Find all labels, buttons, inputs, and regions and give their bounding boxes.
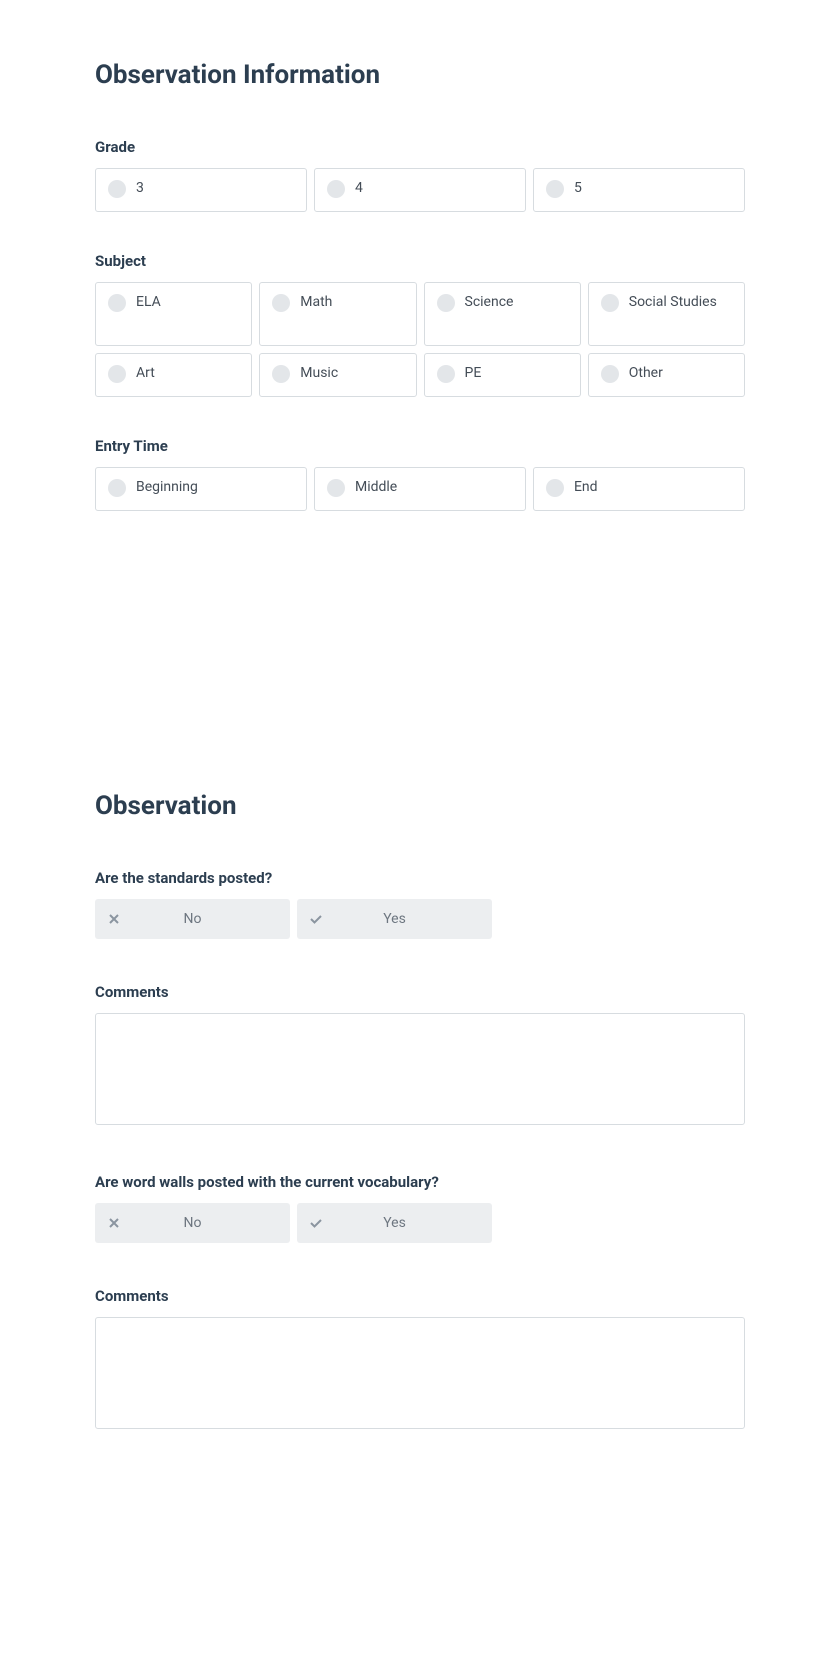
entry-time-option-middle[interactable]: Middle (314, 467, 526, 511)
yes-button[interactable]: Yes (297, 899, 492, 939)
radio-icon (327, 479, 345, 497)
radio-icon (272, 365, 290, 383)
radio-icon (272, 294, 290, 312)
grade-option-5[interactable]: 5 (533, 168, 745, 212)
entry-time-options: Beginning Middle End (95, 467, 745, 511)
option-label: Beginning (136, 478, 198, 496)
subject-options: ELA Math Science Social Studies Art Musi… (95, 282, 745, 397)
check-icon (297, 1216, 327, 1230)
yes-label: Yes (327, 1215, 492, 1231)
radio-icon (108, 294, 126, 312)
comments-block-2: Comments (95, 1287, 745, 1433)
option-label: End (574, 478, 598, 496)
label-entry-time: Entry Time (95, 437, 745, 455)
option-label: 3 (136, 179, 144, 197)
yes-button[interactable]: Yes (297, 1203, 492, 1243)
label-subject: Subject (95, 252, 745, 270)
no-label: No (125, 911, 290, 927)
option-label: Math (300, 293, 332, 311)
no-label: No (125, 1215, 290, 1231)
x-icon (95, 1216, 125, 1230)
comments-label: Comments (95, 983, 745, 1001)
grade-option-4[interactable]: 4 (314, 168, 526, 212)
option-label: PE (465, 364, 482, 382)
subject-option-music[interactable]: Music (259, 353, 416, 397)
radio-icon (327, 180, 345, 198)
option-label: Social Studies (629, 293, 717, 311)
subject-option-other[interactable]: Other (588, 353, 745, 397)
no-button[interactable]: No (95, 899, 290, 939)
question-label: Are the standards posted? (95, 869, 745, 887)
label-grade: Grade (95, 138, 745, 156)
radio-icon (546, 479, 564, 497)
grade-options: 3 4 5 (95, 168, 745, 212)
question-standards-posted: Are the standards posted? No Yes (95, 869, 745, 939)
radio-icon (437, 365, 455, 383)
field-entry-time: Entry Time Beginning Middle End (95, 437, 745, 511)
option-label: Art (136, 364, 155, 382)
option-label: Middle (355, 478, 397, 496)
subject-option-art[interactable]: Art (95, 353, 252, 397)
subject-option-ela[interactable]: ELA (95, 282, 252, 346)
section-title-observation: Observation (95, 791, 745, 821)
yesno-row: No Yes (95, 1203, 745, 1243)
subject-option-pe[interactable]: PE (424, 353, 581, 397)
radio-icon (108, 180, 126, 198)
no-button[interactable]: No (95, 1203, 290, 1243)
comments-input[interactable] (95, 1013, 745, 1125)
check-icon (297, 912, 327, 926)
field-subject: Subject ELA Math Science Social Studies … (95, 252, 745, 397)
yesno-row: No Yes (95, 899, 745, 939)
comments-label: Comments (95, 1287, 745, 1305)
radio-icon (437, 294, 455, 312)
subject-option-science[interactable]: Science (424, 282, 581, 346)
question-label: Are word walls posted with the current v… (95, 1173, 745, 1191)
entry-time-option-beginning[interactable]: Beginning (95, 467, 307, 511)
option-label: Science (465, 293, 514, 311)
field-grade: Grade 3 4 5 (95, 138, 745, 212)
entry-time-option-end[interactable]: End (533, 467, 745, 511)
grade-option-3[interactable]: 3 (95, 168, 307, 212)
option-label: Other (629, 364, 663, 382)
subject-option-math[interactable]: Math (259, 282, 416, 346)
radio-icon (546, 180, 564, 198)
comments-input[interactable] (95, 1317, 745, 1429)
section-title-observation-information: Observation Information (95, 60, 745, 90)
radio-icon (108, 365, 126, 383)
radio-icon (108, 479, 126, 497)
option-label: 4 (355, 179, 363, 197)
yes-label: Yes (327, 911, 492, 927)
option-label: Music (300, 364, 338, 382)
radio-icon (601, 294, 619, 312)
x-icon (95, 912, 125, 926)
section-spacer (95, 551, 745, 791)
option-label: ELA (136, 293, 161, 311)
question-word-walls: Are word walls posted with the current v… (95, 1173, 745, 1243)
radio-icon (601, 365, 619, 383)
subject-option-social-studies[interactable]: Social Studies (588, 282, 745, 346)
comments-block-1: Comments (95, 983, 745, 1129)
option-label: 5 (574, 179, 582, 197)
